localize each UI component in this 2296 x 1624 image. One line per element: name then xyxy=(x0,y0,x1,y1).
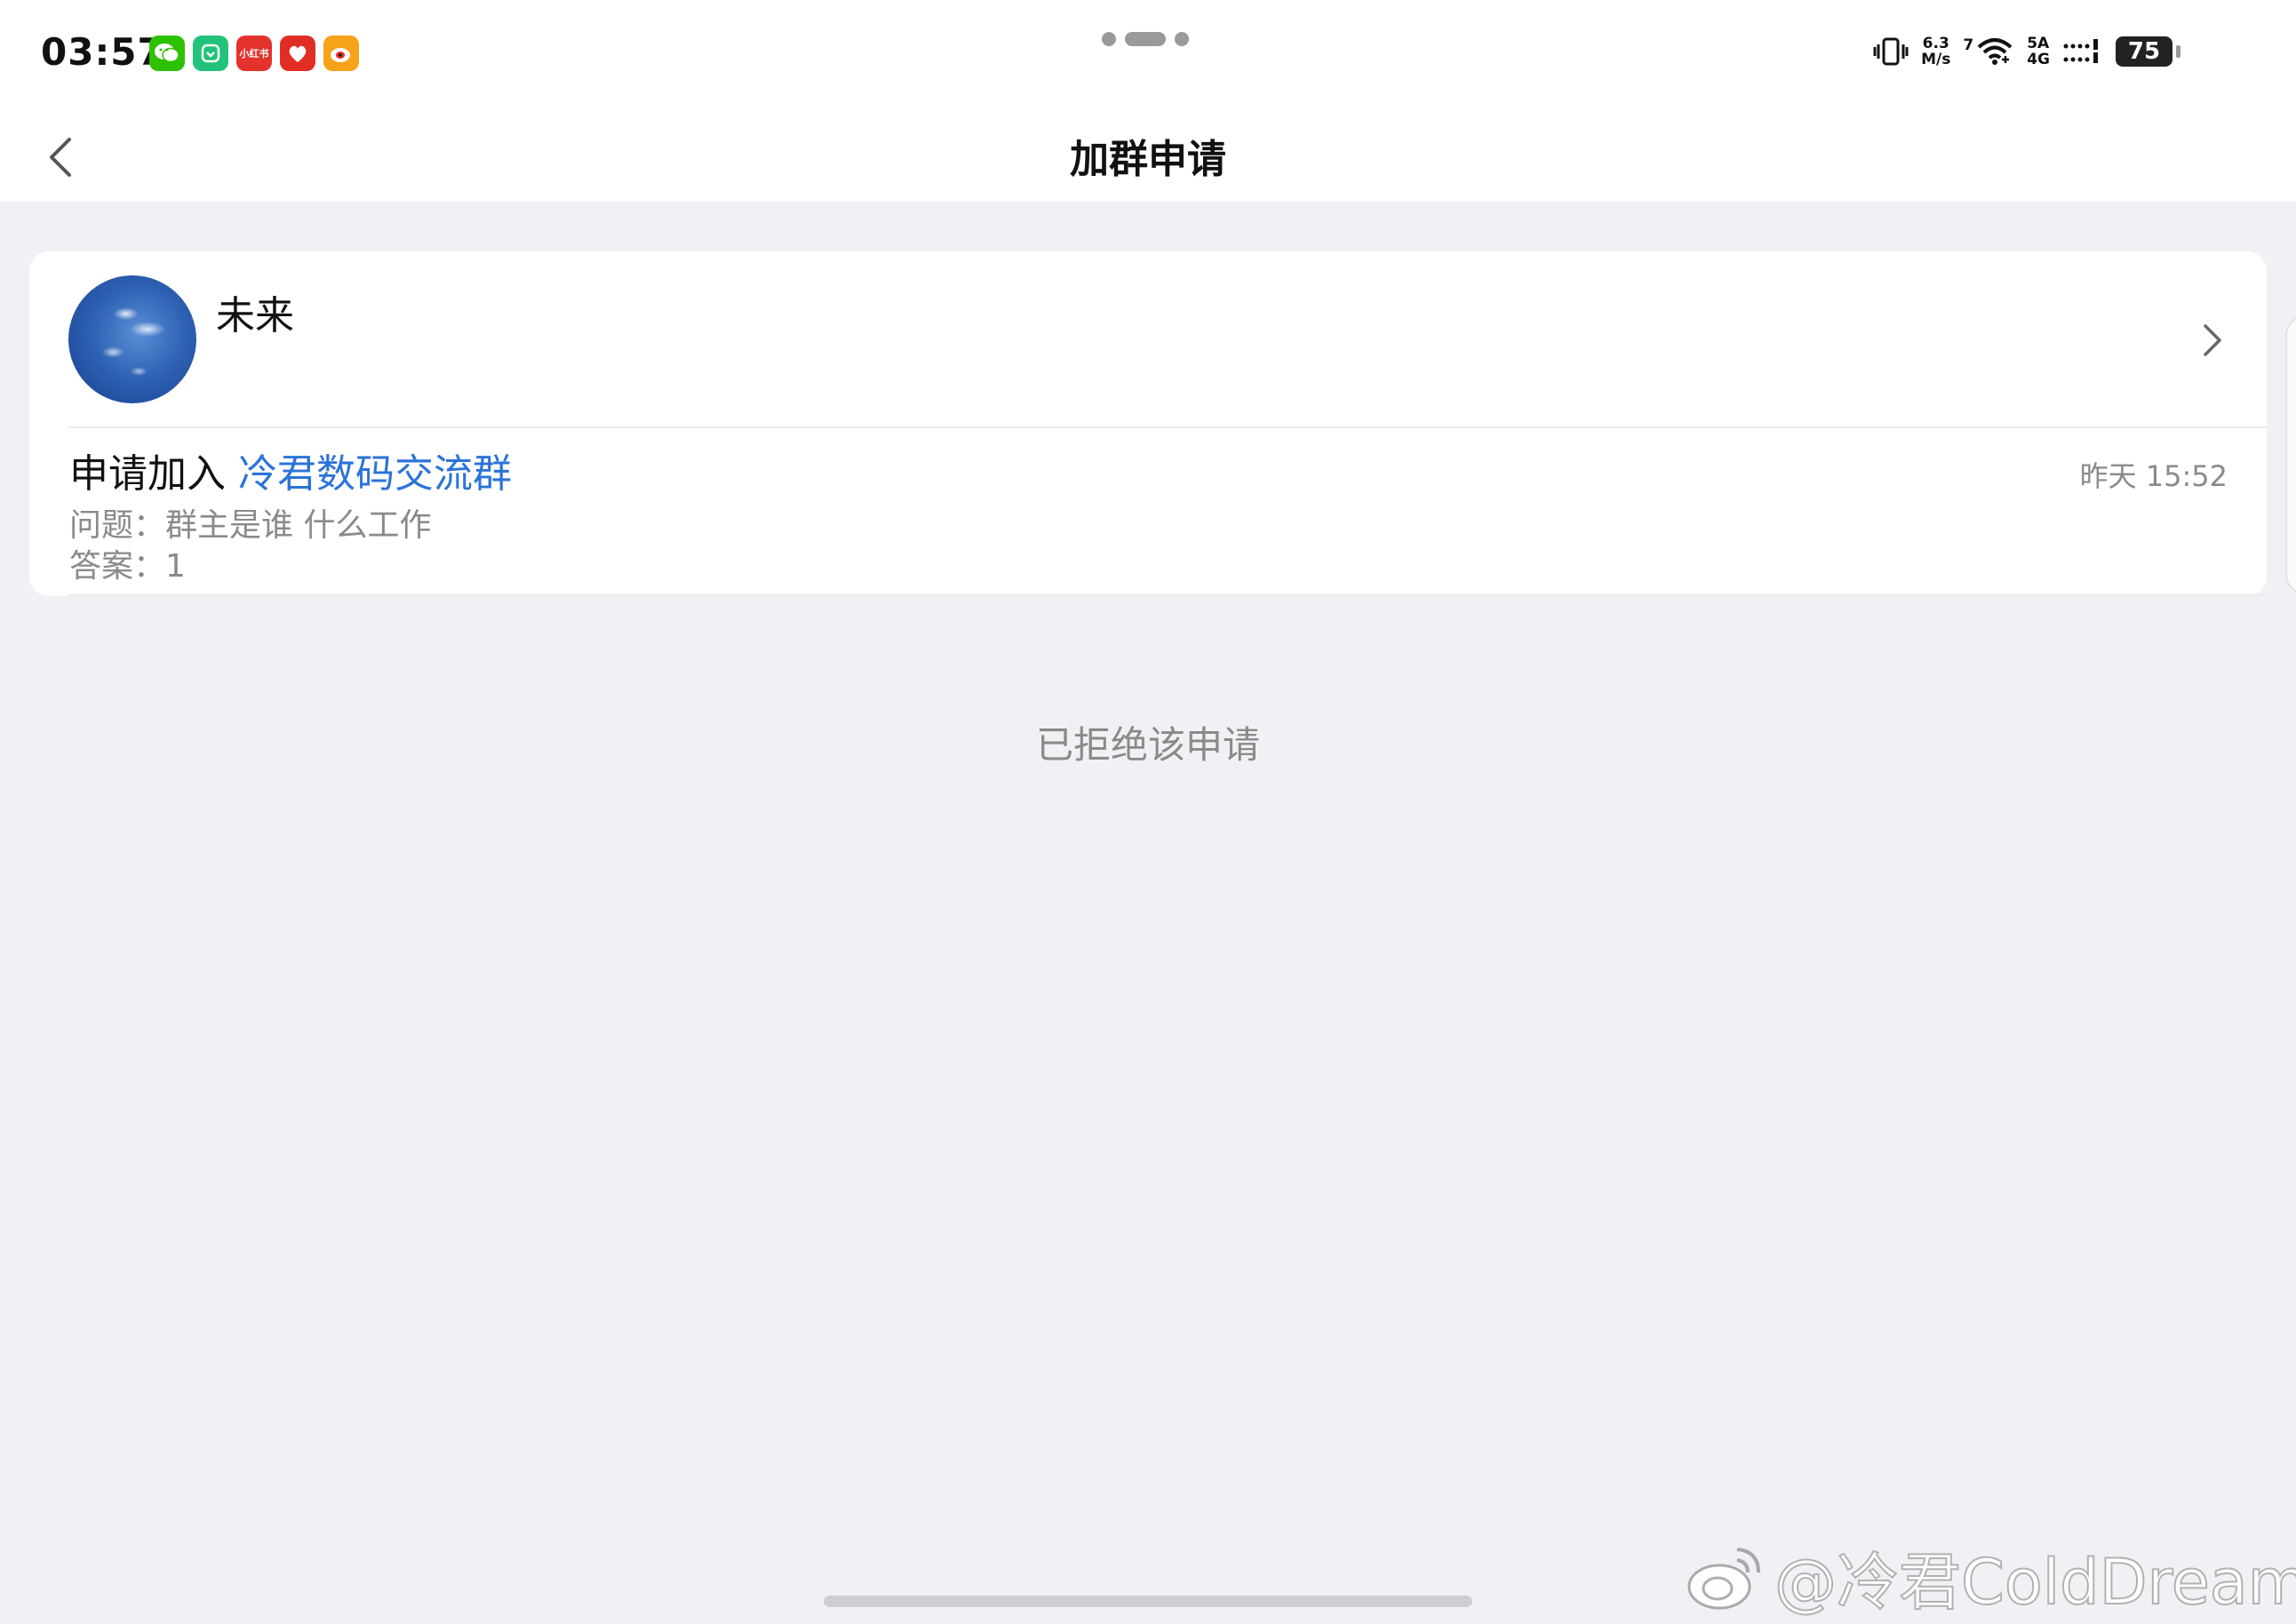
home-indicator[interactable] xyxy=(824,1596,1472,1607)
request-status-text: 已拒绝该申请 xyxy=(1035,723,1260,767)
request-card: 未来 申请加入 冷君数码交流群 问题：群主是谁 什么工作 答案：1 昨天 15:5… xyxy=(29,251,2267,596)
weibo-app-icon xyxy=(323,36,359,71)
nav-bar: 加群申请 xyxy=(0,111,2296,202)
notification-icons: 小红书 xyxy=(149,36,359,71)
side-panel-handle[interactable] xyxy=(2285,315,2296,594)
cellular-network: 5A 4G xyxy=(2027,36,2050,68)
apply-line: 申请加入 冷君数码交流群 xyxy=(69,442,512,498)
request-timestamp: 昨天 15:52 xyxy=(2079,459,2228,493)
multi-window-dot xyxy=(1175,32,1189,46)
battery-cap xyxy=(2176,45,2180,58)
avatar[interactable] xyxy=(68,275,196,403)
wifi-icon xyxy=(1977,38,2013,65)
answer-text: 答案：1 xyxy=(69,548,186,585)
chevron-right-icon xyxy=(2204,324,2221,356)
network-bottom: 4G xyxy=(2027,51,2050,68)
group-name-link[interactable]: 冷君数码交流群 xyxy=(238,451,512,497)
battery-level: 75 xyxy=(2127,38,2161,65)
status-bar: 03:57 小红书 6.3 M/s 7 5A 4G 75 xyxy=(0,0,2296,111)
multi-window-pill xyxy=(1125,32,1166,46)
vibrate-icon xyxy=(1873,37,1909,66)
battery-indicator: 75 xyxy=(2116,36,2180,67)
net-speed-unit: M/s xyxy=(1921,51,1951,68)
xiaohongshu-icon: 小红书 xyxy=(236,36,272,71)
wifi-badge: 7 xyxy=(1963,36,1974,54)
question-text: 问题：群主是谁 什么工作 xyxy=(69,507,432,544)
mijia-icon xyxy=(193,36,228,71)
net-speed: 6.3 M/s xyxy=(1921,36,1950,68)
divider xyxy=(68,594,2267,596)
applicant-name: 未来 xyxy=(216,293,294,338)
page-title: 加群申请 xyxy=(1070,137,1226,182)
net-speed-value: 6.3 xyxy=(1922,35,1949,52)
weibo-logo-icon xyxy=(1687,1547,1760,1609)
watermark: @冷君ColdDream xyxy=(1684,1532,2296,1622)
system-icons: 6.3 M/s 7 5A 4G 75 xyxy=(1873,36,2180,68)
wechat-icon xyxy=(149,36,185,71)
battery-icon: 75 xyxy=(2116,36,2172,67)
apply-prefix: 申请加入 xyxy=(69,451,226,497)
signal-icon xyxy=(2063,39,2098,63)
divider xyxy=(68,426,2267,428)
pinduoduo-icon xyxy=(280,36,315,71)
multi-window-handle[interactable] xyxy=(1102,32,1189,46)
status-time: 03:57 xyxy=(41,30,164,74)
wifi-status: 7 xyxy=(1963,36,2014,67)
request-details: 申请加入 冷君数码交流群 问题：群主是谁 什么工作 答案：1 xyxy=(69,442,512,585)
network-top: 5A xyxy=(2027,35,2050,52)
applicant-row[interactable]: 未来 xyxy=(29,251,2267,427)
multi-window-dot xyxy=(1102,32,1116,46)
watermark-text: @冷君ColdDream xyxy=(1774,1545,2296,1620)
xiaohongshu-label: 小红书 xyxy=(239,48,269,60)
